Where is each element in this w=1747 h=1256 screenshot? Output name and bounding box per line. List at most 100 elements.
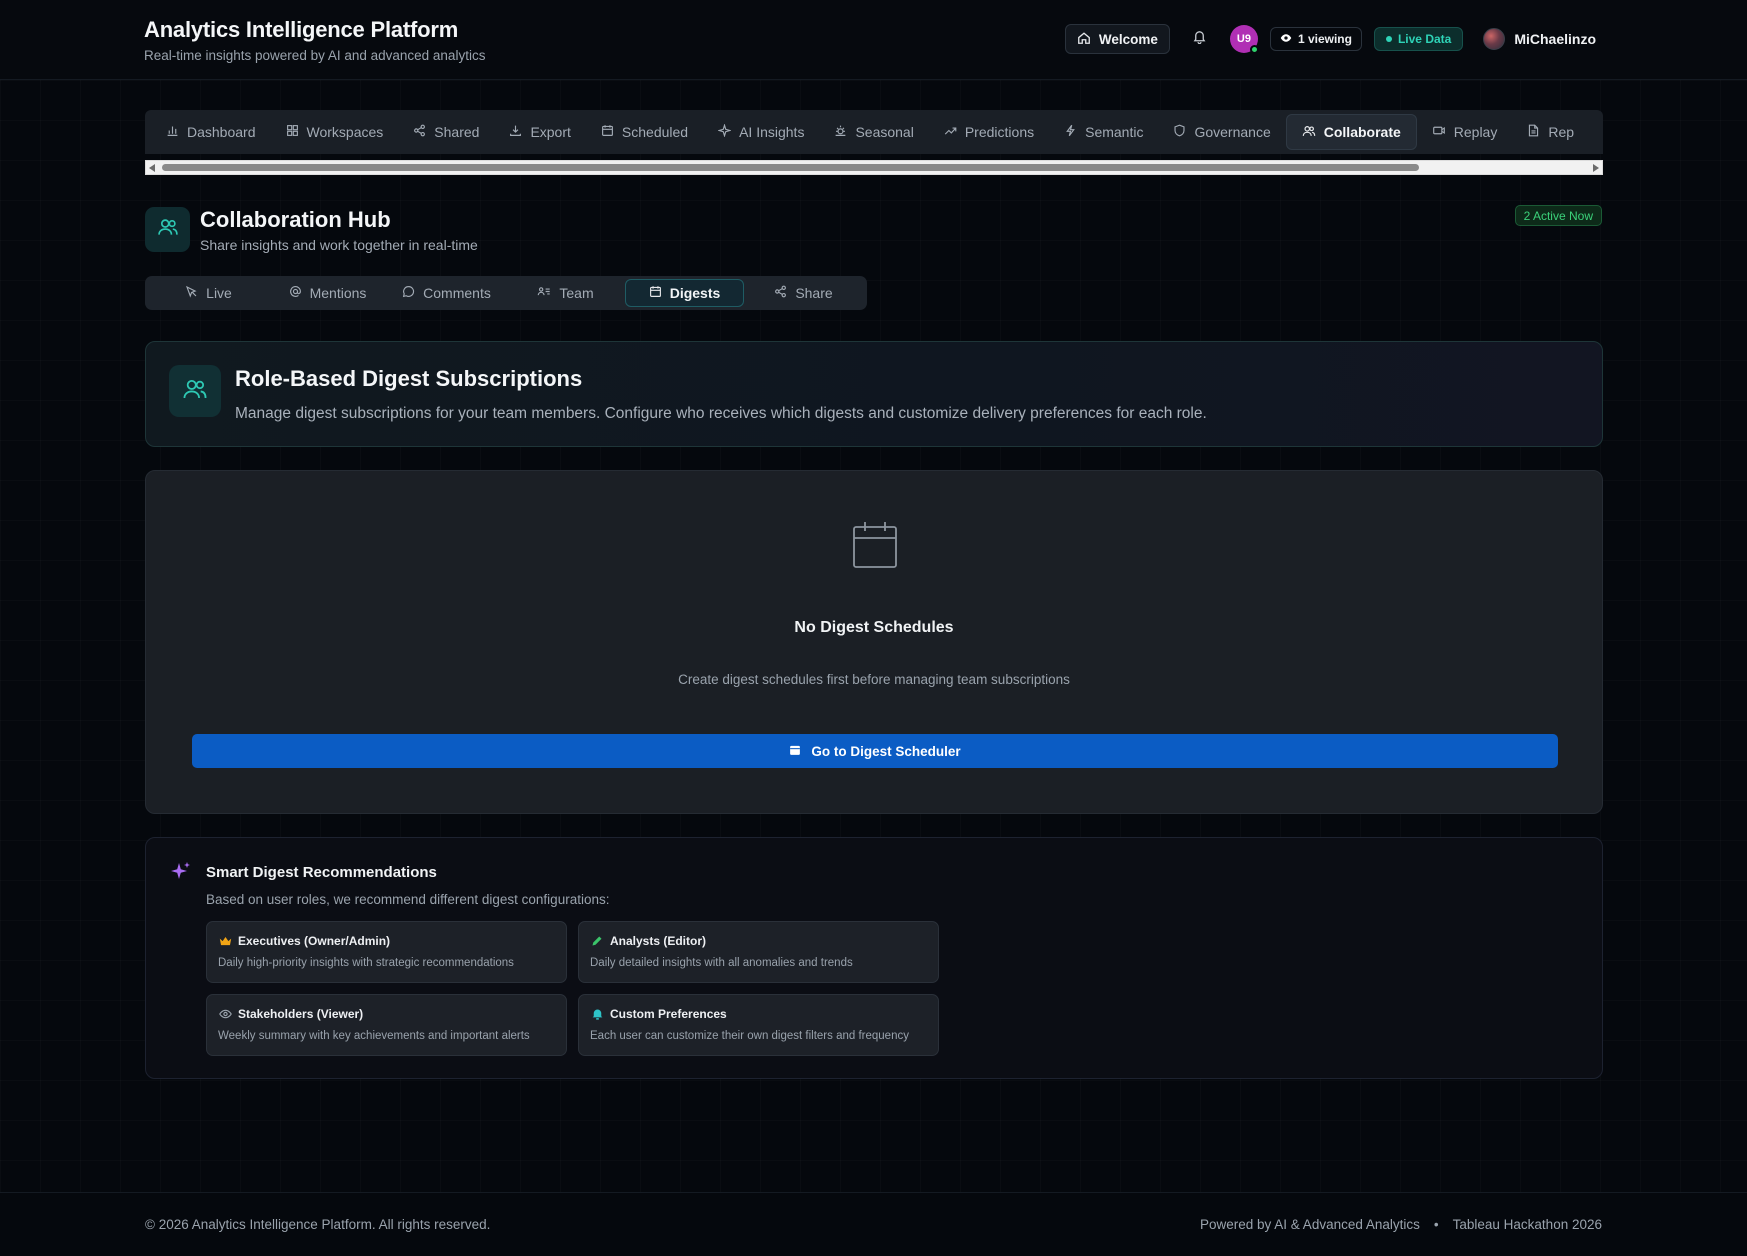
online-indicator	[1249, 45, 1259, 54]
user-avatar	[1483, 28, 1506, 50]
tab-team[interactable]: Team	[506, 279, 625, 307]
users-icon	[182, 376, 208, 407]
header-actions: Welcome U9 1 viewing Live Data MiChaelin…	[1064, 24, 1596, 54]
tab-mentions[interactable]: Mentions	[268, 279, 387, 307]
bell-icon	[1192, 29, 1207, 49]
lightning-icon	[1064, 124, 1077, 140]
crown-icon	[218, 934, 232, 948]
nav-label: Workspaces	[306, 124, 384, 140]
tab-digests[interactable]: Digests	[625, 279, 744, 307]
notifications-button[interactable]	[1184, 24, 1216, 54]
tab-label: Team	[559, 285, 594, 301]
live-dot	[1385, 36, 1392, 42]
nav-label: Shared	[434, 124, 480, 140]
tab-label: Comments	[423, 285, 491, 301]
eye-icon	[218, 1007, 232, 1021]
page-title: Collaboration Hub	[200, 207, 391, 232]
nav-shared[interactable]: Shared	[398, 114, 494, 150]
calendar-icon	[601, 124, 614, 140]
welcome-label: Welcome	[1098, 31, 1158, 47]
tab-comments[interactable]: Comments	[387, 279, 506, 307]
nav-scheduled[interactable]: Scheduled	[586, 114, 703, 150]
scroll-right-arrow-icon[interactable]	[1593, 164, 1599, 172]
nav-scrollbar[interactable]	[145, 160, 1603, 175]
bell-icon	[590, 1007, 604, 1021]
nav-collaborate[interactable]: Collaborate	[1285, 114, 1417, 150]
nav-seasonal[interactable]: Seasonal	[819, 114, 928, 150]
nav-label: Collaborate	[1323, 124, 1401, 140]
button-label: Go to Digest Scheduler	[811, 743, 961, 759]
rec-description: Weekly summary with key achievements and…	[218, 1030, 530, 1042]
footer-event: Tableau Hackathon 2026	[1452, 1217, 1602, 1232]
live-label: Live Data	[1397, 32, 1452, 46]
users-icon	[157, 216, 179, 243]
nav-label: Semantic	[1085, 124, 1144, 140]
role-card-title: Role-Based Digest Subscriptions	[235, 366, 583, 391]
cursor-icon	[185, 285, 198, 301]
tab-label: Digests	[669, 285, 721, 301]
calendar-icon	[789, 744, 801, 759]
at-icon	[289, 285, 302, 301]
empty-state-message: Create digest schedules first before man…	[678, 672, 1070, 687]
nav-export[interactable]: Export	[494, 114, 585, 150]
shield-icon	[1173, 124, 1186, 140]
sun-icon	[834, 124, 847, 140]
share-icon	[413, 124, 426, 140]
footer-copyright: © 2026 Analytics Intelligence Platform. …	[145, 1217, 491, 1232]
tab-share[interactable]: Share	[744, 279, 863, 307]
nav-workspaces[interactable]: Workspaces	[271, 114, 399, 150]
role-digest-card: Role-Based Digest Subscriptions Manage d…	[145, 341, 1603, 447]
nav-reports[interactable]: Rep	[1512, 114, 1589, 150]
nav-label: Dashboard	[187, 124, 256, 140]
grid-icon	[286, 124, 299, 140]
tab-live[interactable]: Live	[149, 279, 268, 307]
smart-title: Smart Digest Recommendations	[206, 864, 437, 881]
nav-dashboard[interactable]: Dashboard	[151, 114, 271, 150]
nav-replay[interactable]: Replay	[1417, 114, 1513, 150]
page-subtitle: Share insights and work together in real…	[200, 237, 478, 253]
nav-label: AI Insights	[739, 124, 805, 140]
nav-label: Seasonal	[855, 124, 914, 140]
collab-tabs: Live Mentions Comments Team Digests Shar…	[145, 276, 867, 310]
presence-avatar[interactable]: U9	[1229, 25, 1259, 54]
role-card-icon	[169, 365, 221, 417]
calendar-icon	[852, 521, 898, 574]
footer-links: Powered by AI & Advanced Analytics • Tab…	[1200, 1217, 1602, 1232]
footer: © 2026 Analytics Intelligence Platform. …	[0, 1192, 1747, 1256]
nav-ai-insights[interactable]: AI Insights	[703, 114, 819, 150]
nav-predictions[interactable]: Predictions	[929, 114, 1049, 150]
main-nav: Dashboard Workspaces Shared Export Sched…	[145, 110, 1603, 154]
live-data-badge: Live Data	[1373, 27, 1464, 51]
rec-description: Daily detailed insights with all anomali…	[590, 957, 853, 969]
nav-label: Export	[530, 124, 571, 140]
scrollbar-thumb[interactable]	[162, 164, 1419, 171]
smart-recommendations-card: Smart Digest Recommendations Based on us…	[145, 837, 1603, 1079]
app-title: Analytics Intelligence Platform	[144, 17, 459, 42]
recommendation-executives: Executives (Owner/Admin) Daily high-prio…	[206, 921, 567, 983]
viewing-count: 1 viewing	[1269, 27, 1362, 51]
nav-label: Governance	[1194, 124, 1271, 140]
tab-label: Live	[206, 285, 232, 301]
role-card-description: Manage digest subscriptions for your tea…	[235, 405, 1207, 422]
recommendation-analysts: Analysts (Editor) Daily detailed insight…	[578, 921, 939, 983]
users-icon	[1302, 124, 1316, 141]
sparkle-icon	[717, 123, 732, 140]
nav-governance[interactable]: Governance	[1158, 114, 1285, 150]
tab-label: Mentions	[309, 285, 367, 301]
trend-up-icon	[944, 124, 957, 140]
welcome-button[interactable]: Welcome	[1064, 24, 1170, 54]
rec-title: Stakeholders (Viewer)	[238, 1007, 364, 1021]
viewing-label: 1 viewing	[1297, 32, 1352, 46]
scroll-left-arrow-icon[interactable]	[149, 164, 155, 172]
nav-semantic[interactable]: Semantic	[1049, 114, 1158, 150]
recommendation-custom: Custom Preferences Each user can customi…	[578, 994, 939, 1056]
user-menu[interactable]: MiChaelinzo	[1483, 28, 1596, 50]
active-now-badge: 2 Active Now	[1514, 205, 1602, 226]
go-to-digest-scheduler-button[interactable]: Go to Digest Scheduler	[192, 734, 1558, 768]
rec-title: Executives (Owner/Admin)	[238, 934, 391, 948]
hub-icon	[145, 207, 190, 252]
empty-state-title: No Digest Schedules	[794, 619, 954, 636]
footer-powered: Powered by AI & Advanced Analytics	[1200, 1217, 1420, 1232]
rec-description: Each user can customize their own digest…	[590, 1030, 909, 1042]
video-icon	[1432, 124, 1446, 140]
